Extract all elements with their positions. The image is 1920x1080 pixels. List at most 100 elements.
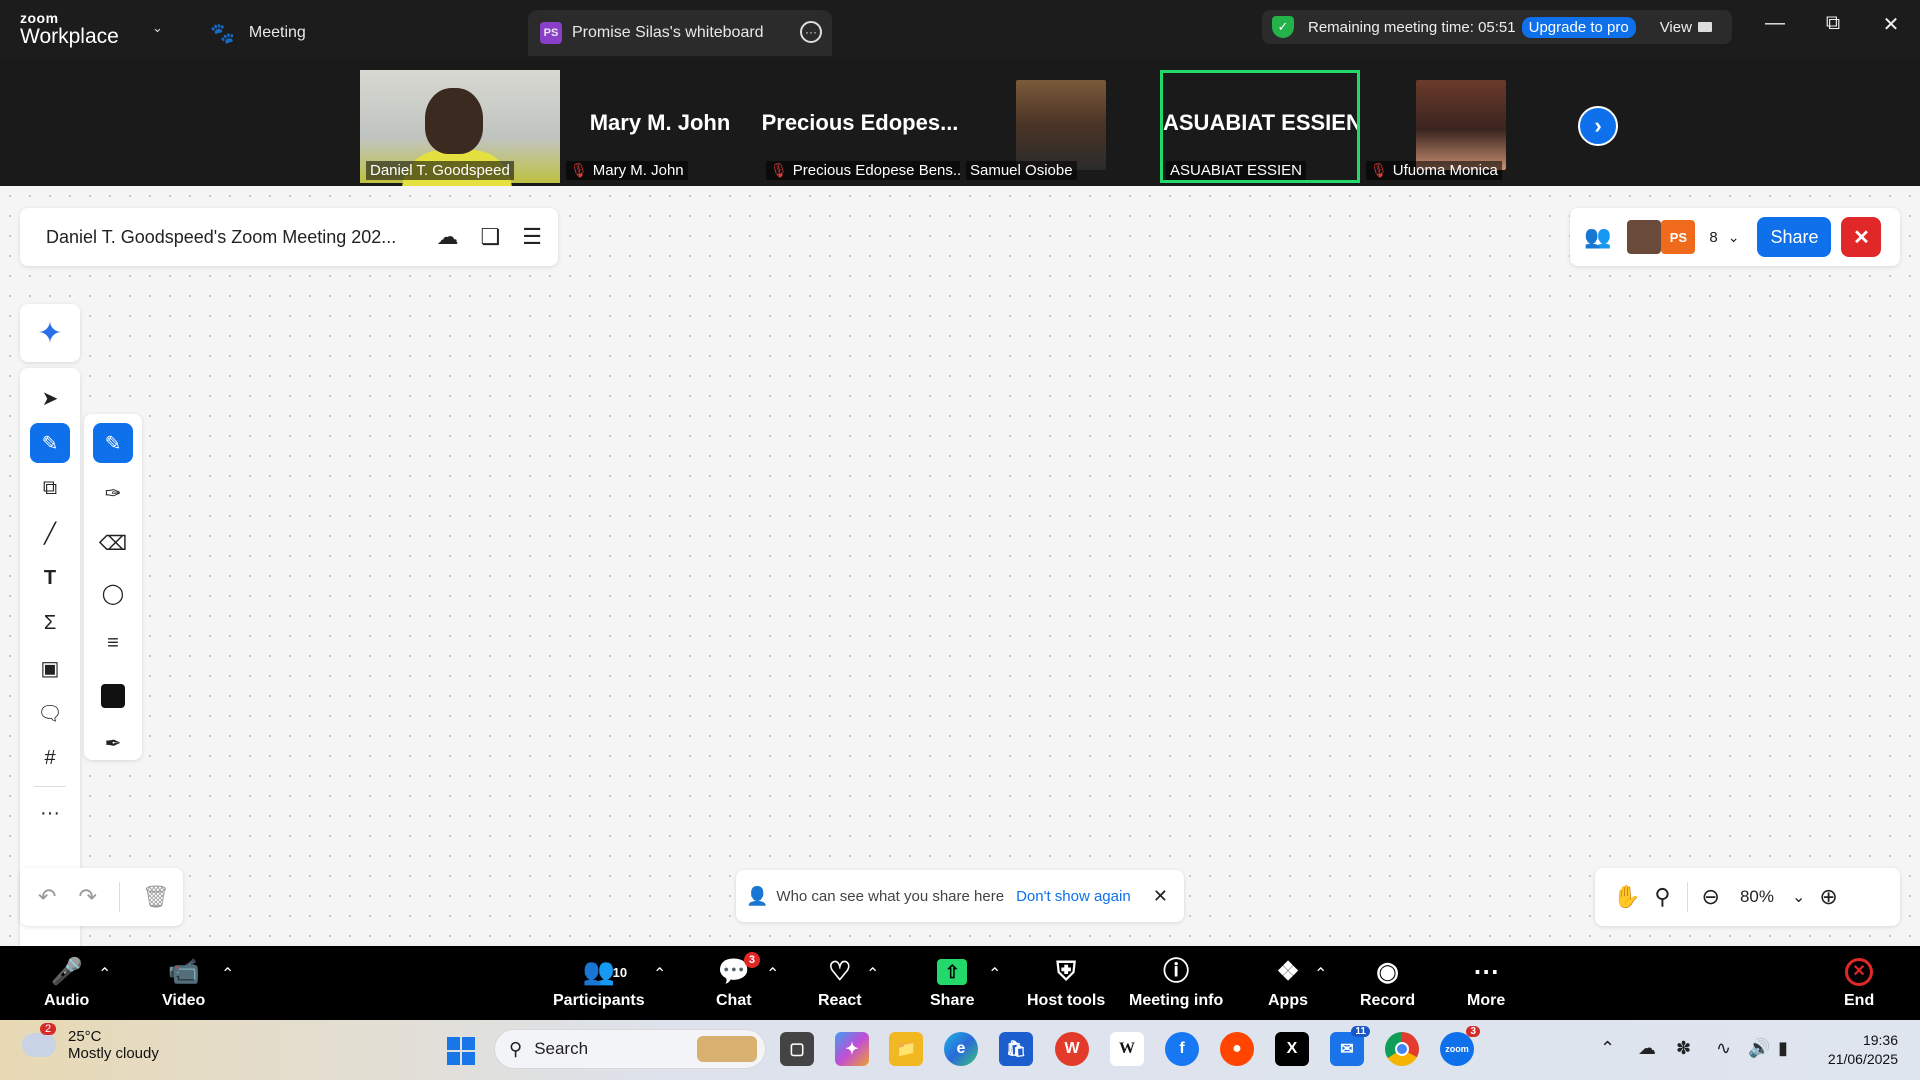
share-button[interactable]: Share bbox=[1757, 217, 1832, 257]
wifi-icon[interactable]: ∿ bbox=[1716, 1038, 1731, 1059]
caret-up-icon[interactable]: ⌃ bbox=[653, 964, 666, 984]
eyedropper-icon[interactable]: ✒ bbox=[93, 723, 133, 763]
undo-icon[interactable]: ↶ bbox=[38, 884, 56, 910]
chat-button[interactable]: 💬 3 Chat bbox=[716, 946, 760, 1020]
line-tool-icon[interactable]: ╱ bbox=[30, 513, 70, 553]
document-title[interactable]: Daniel T. Goodspeed's Zoom Meeting 202..… bbox=[46, 227, 396, 248]
chevron-down-icon[interactable]: ⌄ bbox=[152, 20, 163, 36]
wikipedia-icon[interactable]: W bbox=[1110, 1032, 1144, 1066]
caret-up-icon[interactable]: ⌃ bbox=[988, 964, 1001, 984]
chevron-down-icon[interactable]: ⌄ bbox=[1728, 229, 1740, 246]
battery-icon[interactable]: ▮ bbox=[1778, 1038, 1788, 1059]
caret-up-icon[interactable]: ⌃ bbox=[98, 964, 111, 984]
text-tool-icon[interactable]: T bbox=[30, 558, 70, 598]
reddit-icon[interactable]: ● bbox=[1220, 1032, 1254, 1066]
end-meeting-button[interactable]: ✕ End bbox=[1844, 946, 1874, 1020]
tab-whiteboard[interactable]: PS Promise Silas's whiteboard ··· bbox=[528, 10, 832, 56]
participant-tile[interactable]: Mary M. John 🎙 Mary M. John bbox=[560, 70, 760, 183]
apps-button[interactable]: ❖ Apps bbox=[1268, 946, 1308, 1020]
more-tools-icon[interactable]: ··· bbox=[30, 793, 70, 833]
participant-tile[interactable]: Precious Edopes... 🎙 Precious Edopese Ben… bbox=[760, 70, 970, 183]
pen-tool-icon[interactable]: ✎ bbox=[30, 423, 70, 463]
select-tool-icon[interactable]: ➤ bbox=[30, 378, 70, 418]
zoom-workplace-logo[interactable]: zoom Workplace bbox=[20, 11, 119, 47]
record-button[interactable]: ◉ Record bbox=[1360, 946, 1415, 1020]
lasso-icon[interactable]: ◯ bbox=[93, 573, 133, 613]
microsoft-store-icon[interactable]: 🛍 bbox=[999, 1032, 1033, 1066]
teams-icon[interactable]: ✉ 11 bbox=[1330, 1026, 1370, 1066]
wps-office-icon[interactable]: W bbox=[1055, 1032, 1089, 1066]
frame-tool-icon[interactable]: # bbox=[30, 738, 70, 778]
restore-icon[interactable]: ⧉ bbox=[1818, 12, 1848, 35]
participants-button[interactable]: 👥 10 Participants bbox=[553, 946, 645, 1020]
x-twitter-icon[interactable]: X bbox=[1275, 1032, 1309, 1066]
search-icon: ⚲ bbox=[509, 1038, 523, 1059]
menu-icon[interactable]: ☰ bbox=[522, 224, 542, 250]
avatar[interactable] bbox=[1627, 220, 1662, 254]
edge-browser-icon[interactable]: e bbox=[944, 1032, 978, 1066]
dont-show-again-link[interactable]: Don't show again bbox=[1016, 888, 1131, 905]
cloud-saved-icon[interactable]: ☁ bbox=[437, 224, 459, 250]
eraser-icon[interactable]: ⌫ bbox=[93, 523, 133, 563]
host-tools-button[interactable]: ⛨ Host tools bbox=[1027, 946, 1105, 1020]
caret-up-icon[interactable]: ⌃ bbox=[1314, 964, 1327, 984]
start-button[interactable] bbox=[447, 1037, 475, 1065]
meeting-info-button[interactable]: ⓘ Meeting info bbox=[1129, 946, 1223, 1020]
share-screen-button[interactable]: ⇧ Share bbox=[930, 946, 974, 1020]
close-icon[interactable]: ✕ bbox=[1153, 886, 1168, 907]
close-window-icon[interactable]: ✕ bbox=[1876, 12, 1906, 37]
view-button[interactable]: View bbox=[1660, 19, 1712, 36]
taskbar-search[interactable]: ⚲ Search bbox=[494, 1029, 766, 1069]
color-swatch-icon[interactable] bbox=[93, 676, 133, 716]
delete-icon[interactable]: 🗑 bbox=[142, 884, 170, 910]
caret-up-icon[interactable]: ⌃ bbox=[866, 964, 879, 984]
ai-companion-button[interactable]: ✦ bbox=[20, 304, 80, 362]
onedrive-icon[interactable]: ☁ bbox=[1638, 1038, 1656, 1059]
tab-meeting[interactable]: 🐾 Meeting bbox=[210, 10, 306, 56]
zoom-app-icon[interactable]: zoom 3 bbox=[1440, 1026, 1480, 1066]
zoom-out-icon[interactable]: ⊖ bbox=[1702, 884, 1720, 910]
copilot-icon[interactable]: ✦ bbox=[835, 1032, 869, 1066]
volume-icon[interactable]: 🔊 bbox=[1748, 1038, 1770, 1059]
hand-pan-icon[interactable]: ✋ bbox=[1613, 884, 1640, 910]
video-button[interactable]: 📹 Video bbox=[162, 946, 205, 1020]
stroke-width-icon[interactable]: ≡ bbox=[93, 623, 133, 663]
formula-tool-icon[interactable]: Σ bbox=[30, 603, 70, 643]
next-page-button[interactable]: › bbox=[1578, 106, 1618, 146]
more-button[interactable]: ⋯ More bbox=[1467, 946, 1505, 1020]
comment-icon[interactable]: 🗨 bbox=[30, 693, 70, 733]
audio-button[interactable]: 🎤 Audio bbox=[44, 946, 89, 1020]
locate-icon[interactable]: ⚲ bbox=[1654, 884, 1670, 910]
file-explorer-icon[interactable]: 📁 bbox=[889, 1032, 923, 1066]
caret-up-icon[interactable]: ⌃ bbox=[221, 964, 234, 984]
weather-widget[interactable]: 2 25°C Mostly cloudy bbox=[22, 1023, 159, 1062]
upgrade-button[interactable]: Upgrade to pro bbox=[1521, 16, 1636, 38]
task-view-icon[interactable]: ▢ bbox=[780, 1032, 814, 1066]
participant-tile[interactable]: Daniel T. Goodspeed bbox=[360, 70, 560, 190]
zoom-in-icon[interactable]: ⊕ bbox=[1819, 884, 1837, 910]
close-whiteboard-button[interactable]: ✕ bbox=[1841, 217, 1882, 257]
chevron-down-icon[interactable]: ⌄ bbox=[1792, 887, 1805, 907]
caret-up-icon[interactable]: ⌃ bbox=[766, 964, 779, 984]
chrome-icon[interactable] bbox=[1385, 1032, 1419, 1066]
active-speaker-tile[interactable]: ASUABIAT ESSIEN ASUABIAT ESSIEN bbox=[1160, 70, 1360, 183]
more-options-icon[interactable]: ··· bbox=[800, 21, 822, 43]
redo-icon[interactable]: ↷ bbox=[78, 884, 96, 910]
whiteboard-canvas[interactable]: Daniel T. Goodspeed's Zoom Meeting 202..… bbox=[0, 186, 1920, 1026]
pen-icon[interactable]: ✎ bbox=[93, 423, 133, 463]
pages-icon[interactable]: ❏ bbox=[481, 224, 501, 250]
bluetooth-icon[interactable]: ✽ bbox=[1676, 1038, 1691, 1059]
facebook-icon[interactable]: f bbox=[1165, 1032, 1199, 1066]
participant-tile[interactable]: 🎙 Ufuoma Monica bbox=[1360, 70, 1560, 183]
react-button[interactable]: ♡ React bbox=[818, 946, 862, 1020]
system-clock[interactable]: 19:36 21/06/2025 bbox=[1812, 1031, 1898, 1069]
participant-tile[interactable]: Samuel Osiobe bbox=[960, 70, 1160, 183]
minimize-icon[interactable]: — bbox=[1760, 12, 1790, 35]
share-access-icon[interactable]: 👥 bbox=[1584, 224, 1611, 250]
sticky-note-icon[interactable]: ▣ bbox=[30, 648, 70, 688]
zoom-level[interactable]: 80% bbox=[1740, 887, 1774, 907]
shapes-tool-icon[interactable]: ⧉ bbox=[30, 468, 70, 508]
chevron-up-icon[interactable]: ⌃ bbox=[1600, 1038, 1615, 1059]
highlighter-icon[interactable]: ✑ bbox=[93, 473, 133, 513]
avatar[interactable]: PS bbox=[1661, 220, 1696, 254]
